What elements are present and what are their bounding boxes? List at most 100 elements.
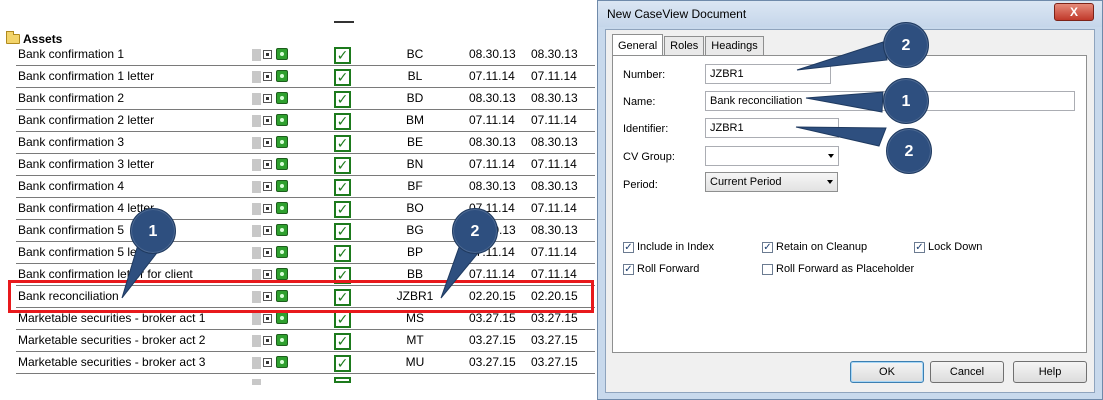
green-status-icon[interactable] [276,136,288,148]
grid-icon[interactable] [263,160,272,169]
checkmark-icon[interactable]: ✓ [334,245,351,262]
tab-general[interactable]: General [612,34,664,55]
grid-icon[interactable] [263,226,272,235]
list-row[interactable]: Bank confirmation letter for client ✓ BB 07… [0,264,595,286]
checkmark-icon[interactable]: ✓ [334,113,351,130]
row-code: BO [406,201,424,215]
list-row[interactable]: Marketable securities - broker act 2 ✓ MT 0… [0,330,595,352]
checkmark-icon[interactable]: ✓ [334,135,351,152]
roll-forward-placeholder-checkbox[interactable]: Roll Forward as Placeholder [762,263,914,275]
green-status-icon[interactable] [276,290,288,302]
checkmark-icon[interactable]: ✓ [334,91,351,108]
row-date-1: 08.30.13 [469,135,516,149]
period-dropdown[interactable]: Current Period [705,172,838,192]
grid-icon[interactable] [263,50,272,59]
grid-icon[interactable] [263,182,272,191]
dialog-body: General Roles Headings Number: JZBR1 Nam… [605,29,1095,393]
row-date-2: 07.11.14 [531,113,577,127]
green-status-icon[interactable] [276,70,288,82]
help-button[interactable]: Help [1013,361,1087,383]
lock-down-checkbox[interactable]: ✓ Lock Down [914,241,982,253]
green-status-icon[interactable] [276,114,288,126]
checkbox-box: ✓ [623,263,634,275]
checkmark-icon[interactable]: ✓ [334,157,351,174]
number-field[interactable]: JZBR1 [705,64,831,84]
checkmark-icon[interactable]: ✓ [334,47,351,64]
checkmark-icon[interactable]: ✓ [334,267,351,284]
green-status-icon[interactable] [276,356,288,368]
status-gray-icon [252,269,261,281]
grid-icon[interactable] [263,248,272,257]
green-status-icon[interactable] [276,246,288,258]
period-label: Period: [623,179,658,191]
row-code: BN [406,157,424,171]
checkmark-icon[interactable]: ✓ [334,355,351,372]
tab-headings[interactable]: Headings [705,36,764,55]
include-in-index-checkbox[interactable]: ✓ Include in Index [623,241,714,253]
green-status-icon[interactable] [276,312,288,324]
grid-icon[interactable] [263,314,272,323]
status-gray-icon [252,137,261,149]
roll-forward-label: Roll Forward [637,263,700,275]
grid-icon[interactable] [263,336,272,345]
row-name: Bank confirmation 1 letter [18,69,155,83]
green-status-icon[interactable] [276,180,288,192]
grid-icon[interactable] [263,292,272,301]
row-code: BL [407,69,423,83]
row-date-1: 07.11.14 [469,69,515,83]
green-status-icon[interactable] [276,158,288,170]
row-date-1: 07.11.14 [469,157,515,171]
list-row[interactable]: Bank confirmation 5 letter ✓ BP 07.11.14 07.… [0,242,595,264]
row-name: Bank confirmation 3 letter [18,157,155,171]
grid-icon[interactable] [263,204,272,213]
list-row[interactable]: Marketable securities - broker act 3 ✓ MU 0… [0,352,595,374]
document-list: Assets Bank confirmation 1 ✓ BC 08.30.13 08.… [0,0,595,400]
checkmark-icon[interactable]: ✓ [334,333,351,350]
checkmark-icon[interactable]: ✓ [334,311,351,328]
grid-icon[interactable] [263,94,272,103]
close-button[interactable]: X [1054,3,1094,21]
list-row[interactable]: Bank confirmation 2 ✓ BD 08.30.13 08.30.13 [0,88,595,110]
grid-icon[interactable] [263,72,272,81]
cancel-button[interactable]: Cancel [930,361,1004,383]
row-date-1: 03.27.15 [469,333,516,347]
list-row[interactable]: Bank confirmation 4 letter ✓ BO 07.11.14 07.… [0,198,595,220]
list-row[interactable]: Bank reconciliation ✓ JZBR1 02.20.15 02.20.1… [0,286,595,308]
green-status-icon[interactable] [276,224,288,236]
ok-button[interactable]: OK [850,361,924,383]
green-status-icon[interactable] [276,92,288,104]
list-row[interactable]: Bank confirmation 1 ✓ BC 08.30.13 08.30.13 [0,44,595,66]
checkmark-icon[interactable]: ✓ [334,179,351,196]
green-status-icon[interactable] [276,334,288,346]
grid-icon[interactable] [263,138,272,147]
status-gray-icon [252,159,261,171]
green-status-icon[interactable] [276,268,288,280]
row-date-2: 02.20.15 [531,289,578,303]
list-row[interactable]: Bank confirmation 3 letter ✓ BN 07.11.14 07.… [0,154,595,176]
list-row[interactable]: Bank confirmation 1 letter ✓ BL 07.11.14 07.… [0,66,595,88]
grid-icon[interactable] [263,270,272,279]
checkmark-icon[interactable]: ✓ [334,223,351,240]
list-row[interactable]: Bank confirmation 4 ✓ BF 08.30.13 08.30.13 [0,176,595,198]
cv-group-dropdown[interactable] [705,146,839,166]
grid-icon[interactable] [263,358,272,367]
identifier-field[interactable]: JZBR1 [705,118,839,138]
list-row[interactable]: Bank confirmation 2 letter ✓ BM 07.11.14 07.… [0,110,595,132]
list-row[interactable]: Marketable securities - broker act 1 ✓ MS 0… [0,308,595,330]
status-gray-icon [252,225,261,237]
row-date-2: 08.30.13 [531,179,578,193]
checkmark-icon[interactable]: ✓ [334,289,351,306]
checkmark-icon[interactable]: ✓ [334,69,351,86]
retain-on-cleanup-checkbox[interactable]: ✓ Retain on Cleanup [762,241,867,253]
roll-forward-checkbox[interactable]: ✓ Roll Forward [623,263,699,275]
tab-roles[interactable]: Roles [664,36,705,55]
list-row[interactable]: Bank confirmation 5✓BG08.30.1308.30.13 [0,220,595,242]
checkmark-icon[interactable]: ✓ [334,201,351,218]
green-status-icon[interactable] [276,48,288,60]
list-row[interactable]: Bank confirmation 3 ✓ BE 08.30.13 08.30.13 [0,132,595,154]
general-panel: Number: JZBR1 Name: Bank reconciliation … [612,55,1087,353]
grid-icon[interactable] [263,116,272,125]
dialog-titlebar[interactable]: New CaseView Document X [598,1,1102,27]
green-status-icon[interactable] [276,202,288,214]
row-date-2: 03.27.15 [531,311,578,325]
